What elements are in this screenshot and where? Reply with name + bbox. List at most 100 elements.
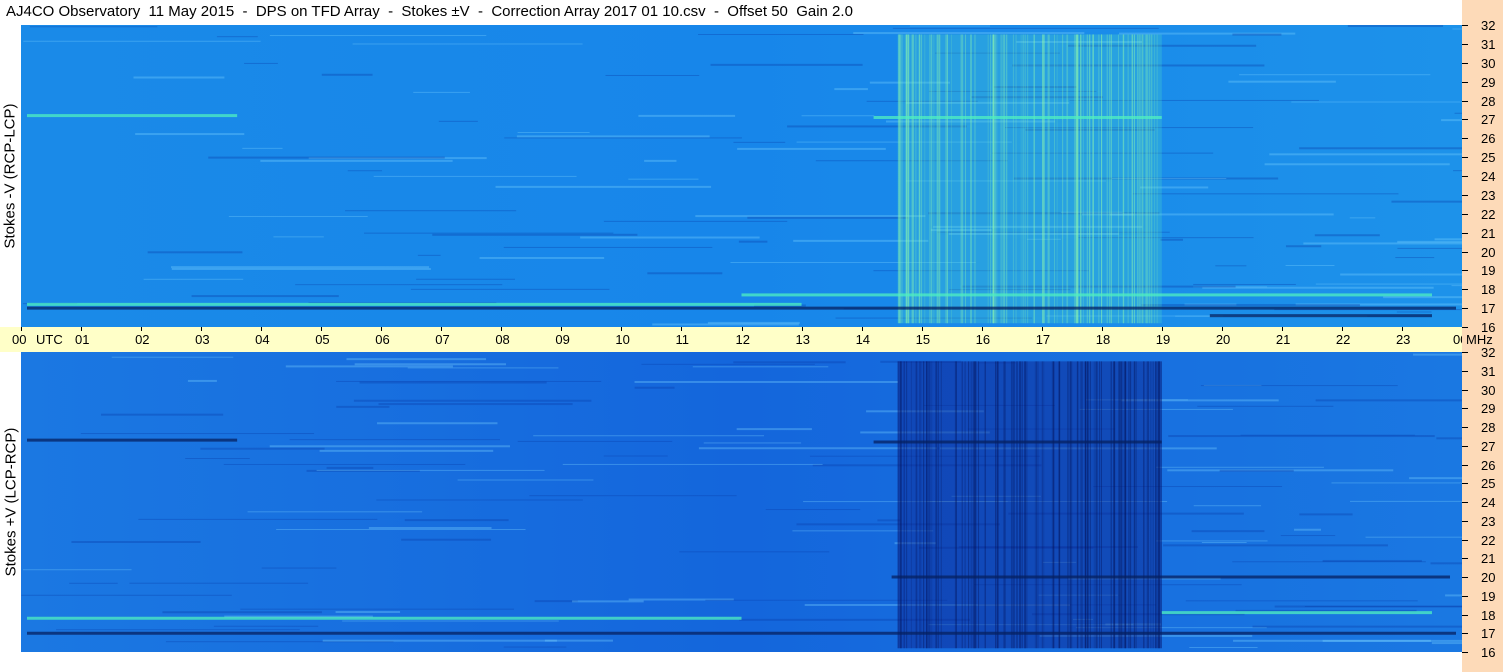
- time-tick-label: 19: [1155, 332, 1171, 347]
- region-striation: [975, 361, 977, 649]
- region-striation: [901, 34, 903, 324]
- texture-streak: [1430, 562, 1462, 565]
- texture-streak: [1252, 625, 1462, 628]
- texture-streak: [143, 278, 244, 280]
- texture-streak: [580, 236, 760, 239]
- region-striation: [1160, 361, 1162, 649]
- texture-streak: [703, 442, 802, 444]
- time-tick-label: 08: [495, 332, 510, 347]
- texture-streak: [129, 582, 309, 584]
- texture-streak: [1274, 605, 1462, 608]
- texture-streak: [71, 540, 201, 543]
- region-striation: [984, 361, 986, 649]
- time-tick: [861, 327, 863, 331]
- time-unit-label: UTC: [36, 332, 63, 347]
- freq-tick-label: 20: [1481, 244, 1496, 260]
- time-tick-label: 00: [12, 332, 27, 347]
- texture-streak: [544, 639, 613, 642]
- bright-band: [27, 114, 238, 118]
- freq-tick: [1462, 389, 1468, 391]
- time-tick-label: 13: [795, 332, 810, 347]
- region-striation: [950, 34, 952, 324]
- texture-streak: [147, 251, 243, 254]
- region-striation: [1054, 34, 1056, 324]
- region-striation: [1122, 361, 1124, 649]
- region-striation: [1127, 34, 1129, 324]
- texture-streak: [733, 361, 846, 364]
- texture-streak: [1436, 437, 1462, 440]
- region-striation: [1130, 361, 1132, 649]
- texture-streak: [319, 449, 494, 452]
- texture-streak: [1315, 283, 1462, 285]
- texture-streak: [603, 220, 788, 222]
- region-striation: [897, 361, 899, 649]
- texture-streak: [1233, 639, 1431, 642]
- region-striation: [935, 361, 937, 649]
- texture-streak: [364, 232, 614, 234]
- texture-streak: [1397, 247, 1462, 249]
- time-tick-label: 02: [135, 332, 150, 347]
- region-striation: [1137, 34, 1139, 324]
- texture-streak: [1452, 28, 1462, 30]
- region-striation: [972, 361, 974, 649]
- texture-streak: [504, 137, 742, 139]
- texture-streak: [1239, 74, 1431, 76]
- texture-streak: [634, 386, 675, 389]
- region-striation: [1056, 34, 1058, 324]
- freq-tick: [1462, 194, 1468, 196]
- texture-streak: [1132, 193, 1399, 195]
- region-striation: [1059, 361, 1061, 649]
- texture-streak: [101, 413, 224, 416]
- time-tick: [561, 327, 563, 331]
- region-striation: [1016, 361, 1018, 649]
- texture-streak: [240, 608, 515, 610]
- freq-tick: [1462, 558, 1468, 560]
- texture-streak: [407, 367, 559, 369]
- freq-tick-label: 18: [1481, 282, 1496, 298]
- freq-tick: [1462, 43, 1468, 45]
- region-striation: [899, 34, 901, 324]
- time-tick: [1221, 327, 1223, 331]
- region-striation: [940, 361, 942, 649]
- texture-streak: [1269, 153, 1462, 156]
- freq-tick-label: 28: [1481, 420, 1496, 435]
- texture-streak: [1294, 528, 1321, 531]
- freq-tick-label: 21: [1481, 551, 1496, 567]
- freq-tick: [1462, 232, 1468, 234]
- freq-tick-label: 26: [1481, 457, 1496, 473]
- texture-streak: [29, 26, 158, 28]
- texture-streak: [647, 272, 723, 275]
- time-tick: [321, 327, 323, 331]
- texture-streak: [710, 63, 863, 66]
- texture-streak: [1185, 600, 1418, 602]
- region-striation: [1042, 34, 1044, 324]
- region-striation: [1067, 361, 1069, 649]
- region-striation: [937, 361, 939, 649]
- texture-streak: [1191, 530, 1265, 533]
- dark-band: [1209, 314, 1432, 318]
- region-striation: [1114, 361, 1116, 649]
- time-tick: [1101, 327, 1103, 331]
- freq-tick: [1462, 270, 1468, 272]
- region-striation: [910, 361, 912, 649]
- texture-streak: [1340, 273, 1462, 276]
- time-tick-label: 03: [195, 332, 210, 347]
- texture-streak: [1413, 353, 1462, 356]
- region-striation: [1006, 34, 1008, 324]
- time-tick-label: 12: [735, 332, 750, 347]
- texture-streak: [1451, 285, 1462, 287]
- region-striation: [1142, 34, 1144, 324]
- texture-streak: [417, 254, 441, 256]
- freq-tick-label: 32: [1481, 345, 1496, 360]
- region-striation: [974, 361, 976, 649]
- region-striation: [1080, 361, 1082, 649]
- region-striation: [931, 361, 933, 649]
- texture-streak: [368, 526, 492, 529]
- region-striation: [1156, 361, 1158, 649]
- texture-streak: [457, 479, 594, 481]
- region-striation: [1003, 34, 1005, 324]
- region-striation: [1027, 34, 1029, 324]
- region-striation: [960, 34, 962, 324]
- texture-streak: [373, 175, 577, 177]
- time-tick-label: 15: [915, 332, 931, 347]
